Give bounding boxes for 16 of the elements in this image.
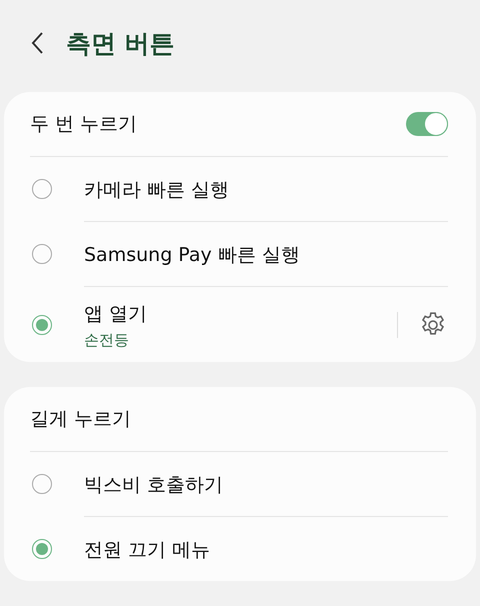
option-label[interactable]: 카메라 빠른 실행 xyxy=(84,177,448,203)
option-label[interactable]: 빅스비 호출하기 xyxy=(84,472,448,498)
section-title: 두 번 누르기 xyxy=(30,112,138,137)
toggle-switch[interactable] xyxy=(406,112,448,136)
option-label[interactable]: 앱 열기 xyxy=(84,301,397,327)
option-label[interactable]: Samsung Pay 빠른 실행 xyxy=(84,242,448,268)
radio-button[interactable] xyxy=(32,474,52,494)
radio-button[interactable] xyxy=(32,314,52,334)
page-title: 측면 버튼 xyxy=(66,28,175,60)
back-button[interactable] xyxy=(30,31,44,55)
option-label[interactable]: 전원 끄기 메뉴 xyxy=(84,537,448,563)
radio-button[interactable] xyxy=(32,539,52,559)
option-subtitle: 손전등 xyxy=(84,331,130,350)
radio-button[interactable] xyxy=(32,244,52,264)
radio-button[interactable] xyxy=(32,179,52,199)
section-title: 길게 누르기 xyxy=(30,407,132,432)
